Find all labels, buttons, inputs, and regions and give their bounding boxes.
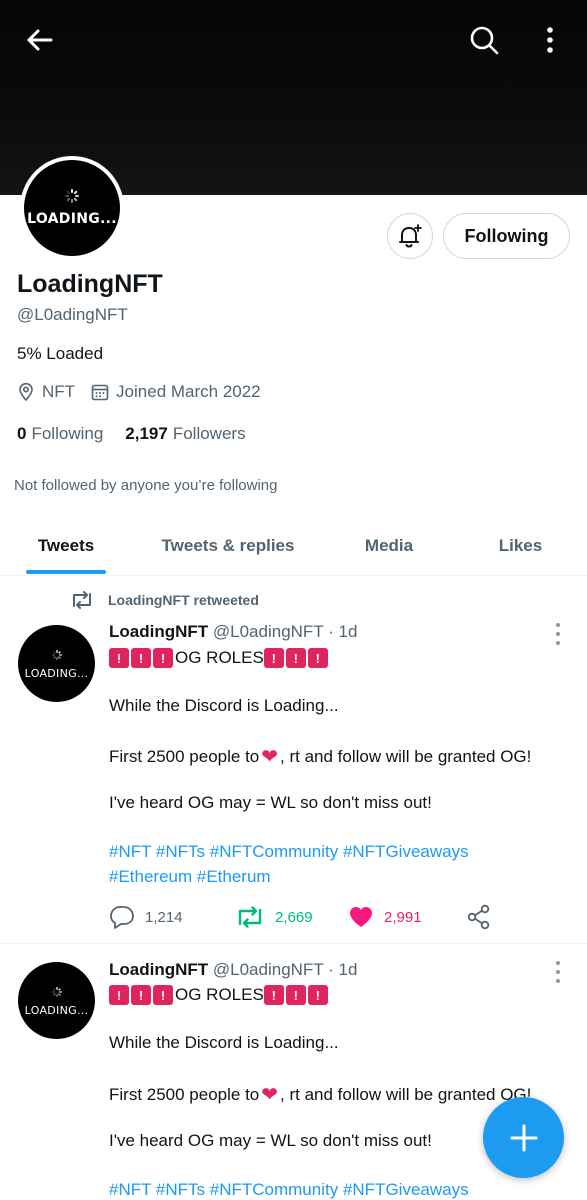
siren-emoji-icon: !	[307, 648, 328, 668]
tweet-author[interactable]: LoadingNFT	[109, 960, 208, 979]
tweet-line-3-pre: First 2500 people to	[109, 1084, 260, 1104]
siren-emoji-icon: !	[109, 985, 129, 1005]
tweet-line-3: First 2500 people to ❤ , rt and follow w…	[109, 1082, 531, 1107]
follow-counts: 0 Following 2,197 Followers	[17, 424, 246, 444]
tweet-card[interactable]: LoadingNFT retweeted LOADING... LoadingN…	[0, 590, 587, 942]
tab-tweets-replies[interactable]: Tweets & replies	[132, 517, 324, 575]
retweet-context: LoadingNFT retweeted	[70, 590, 259, 610]
tweet-hashtags-1[interactable]: #NFT #NFTs #NFTCommunity #NFTGiveaways	[109, 1180, 469, 1200]
tab-media[interactable]: Media	[324, 517, 454, 575]
tweet-actions: 1,214 2,669 2,991	[109, 904, 502, 930]
tweet-more-button[interactable]	[548, 623, 568, 645]
siren-emoji-icon: !	[263, 648, 284, 668]
siren-emoji-icon: !	[285, 985, 306, 1005]
active-tab-indicator	[26, 570, 106, 574]
profile-name: LoadingNFT	[17, 270, 163, 298]
share-button[interactable]	[466, 904, 502, 930]
followers-count: 2,197	[125, 424, 168, 443]
tweet-og-roles: OG ROLES	[175, 648, 264, 667]
siren-emoji-icon: !	[307, 985, 328, 1005]
tweet-handle-time: @L0adingNFT · 1d	[212, 960, 358, 979]
retweet-icon	[238, 906, 262, 928]
tweet-line-2: While the Discord is Loading...	[109, 1033, 339, 1052]
compose-plus-icon	[510, 1124, 537, 1151]
loading-spinner-icon	[51, 649, 62, 660]
search-button[interactable]	[464, 20, 504, 60]
profile-avatar[interactable]: LOADING...	[20, 156, 124, 260]
tweet-avatar[interactable]: LOADING...	[18, 625, 95, 702]
tweet-line-3-post: , rt and follow will be granted OG!	[280, 1084, 532, 1104]
back-button[interactable]	[20, 20, 60, 60]
followers-label: Followers	[172, 424, 246, 443]
back-arrow-icon	[27, 29, 53, 51]
tweet-author[interactable]: LoadingNFT	[109, 622, 208, 641]
like-count: 2,991	[384, 908, 422, 926]
search-icon	[470, 26, 499, 55]
notifications-button[interactable]	[387, 213, 433, 259]
share-icon	[467, 904, 490, 930]
heart-emoji-icon: ❤	[261, 746, 279, 768]
like-button[interactable]: 2,991	[348, 905, 466, 929]
tweet-line-3-pre: First 2500 people to	[109, 746, 260, 766]
tab-tweets[interactable]: Tweets	[0, 517, 132, 575]
avatar-text: LOADING...	[24, 1003, 89, 1017]
tab-likes[interactable]: Likes	[454, 517, 587, 575]
heart-filled-icon	[350, 907, 372, 927]
more-options-button[interactable]	[530, 20, 570, 60]
following-button[interactable]: Following	[443, 213, 570, 259]
notification-bell-plus-icon	[399, 224, 422, 248]
siren-emoji-icon: !	[153, 648, 173, 668]
calendar-icon	[91, 384, 109, 401]
tweet-line-4: I've heard OG may = WL so don't miss out…	[109, 793, 432, 812]
tweet-line-3: First 2500 people to ❤ , rt and follow w…	[109, 744, 531, 769]
retweet-small-icon	[73, 591, 91, 609]
retweet-count: 2,669	[275, 908, 313, 926]
location-pin-icon	[19, 382, 33, 402]
tweet-line-4: I've heard OG may = WL so don't miss out…	[109, 1131, 432, 1150]
siren-emoji-icon: !	[285, 648, 306, 668]
retweet-label: LoadingNFT retweeted	[108, 592, 259, 608]
avatar-text: LOADING...	[27, 211, 117, 227]
tweet-header: LoadingNFT @L0adingNFT · 1d	[109, 622, 357, 642]
profile-bio: 5% Loaded	[17, 344, 104, 363]
tweet-more-button[interactable]	[548, 961, 568, 983]
loading-spinner-icon	[65, 189, 79, 203]
loading-spinner-icon	[51, 986, 62, 997]
siren-emoji-icon: !	[131, 985, 151, 1005]
not-followed-note: Not followed by anyone you’re following	[14, 477, 278, 494]
avatar-text: LOADING...	[24, 666, 89, 680]
tweet-og-roles: OG ROLES	[175, 985, 264, 1004]
following-count-link[interactable]: 0 Following	[17, 424, 103, 444]
siren-emoji-icon: !	[131, 648, 151, 668]
reply-icon	[110, 906, 134, 929]
tweet-line-3-post: , rt and follow will be granted OG!	[280, 746, 532, 766]
profile-meta: NFT Joined March 2022	[17, 382, 261, 402]
tweet-line-1: !!! OG ROLES !!!	[109, 648, 330, 668]
siren-emoji-icon: !	[109, 648, 129, 668]
siren-emoji-icon: !	[153, 985, 173, 1005]
tweet-header: LoadingNFT @L0adingNFT · 1d	[109, 960, 357, 980]
retweet-button[interactable]: 2,669	[235, 905, 348, 929]
tweet-handle-time: @L0adingNFT · 1d	[212, 622, 358, 641]
following-count: 0	[17, 424, 27, 443]
more-vertical-icon	[547, 27, 553, 53]
profile-joined: Joined March 2022	[116, 382, 261, 401]
reply-button[interactable]: 1,214	[109, 905, 235, 929]
profile-handle: @L0adingNFT	[17, 305, 128, 324]
profile-tabs: Tweets Tweets & replies Media Likes	[0, 517, 587, 576]
heart-emoji-icon: ❤	[261, 1084, 279, 1106]
siren-emoji-icon: !	[263, 985, 284, 1005]
tweet-hashtags-2[interactable]: #Ethereum #Etherum	[109, 867, 271, 887]
following-label: Following	[31, 424, 104, 443]
tweet-hashtags-1[interactable]: #NFT #NFTs #NFTCommunity #NFTGiveaways	[109, 842, 469, 862]
profile-location: NFT	[42, 382, 76, 401]
followers-count-link[interactable]: 2,197 Followers	[125, 424, 245, 444]
tweet-line-1: !!! OG ROLES !!!	[109, 985, 330, 1005]
reply-count: 1,214	[145, 908, 183, 926]
tweet-avatar[interactable]: LOADING...	[18, 962, 95, 1039]
tweet-line-2: While the Discord is Loading...	[109, 696, 339, 715]
compose-tweet-button[interactable]	[483, 1097, 564, 1178]
